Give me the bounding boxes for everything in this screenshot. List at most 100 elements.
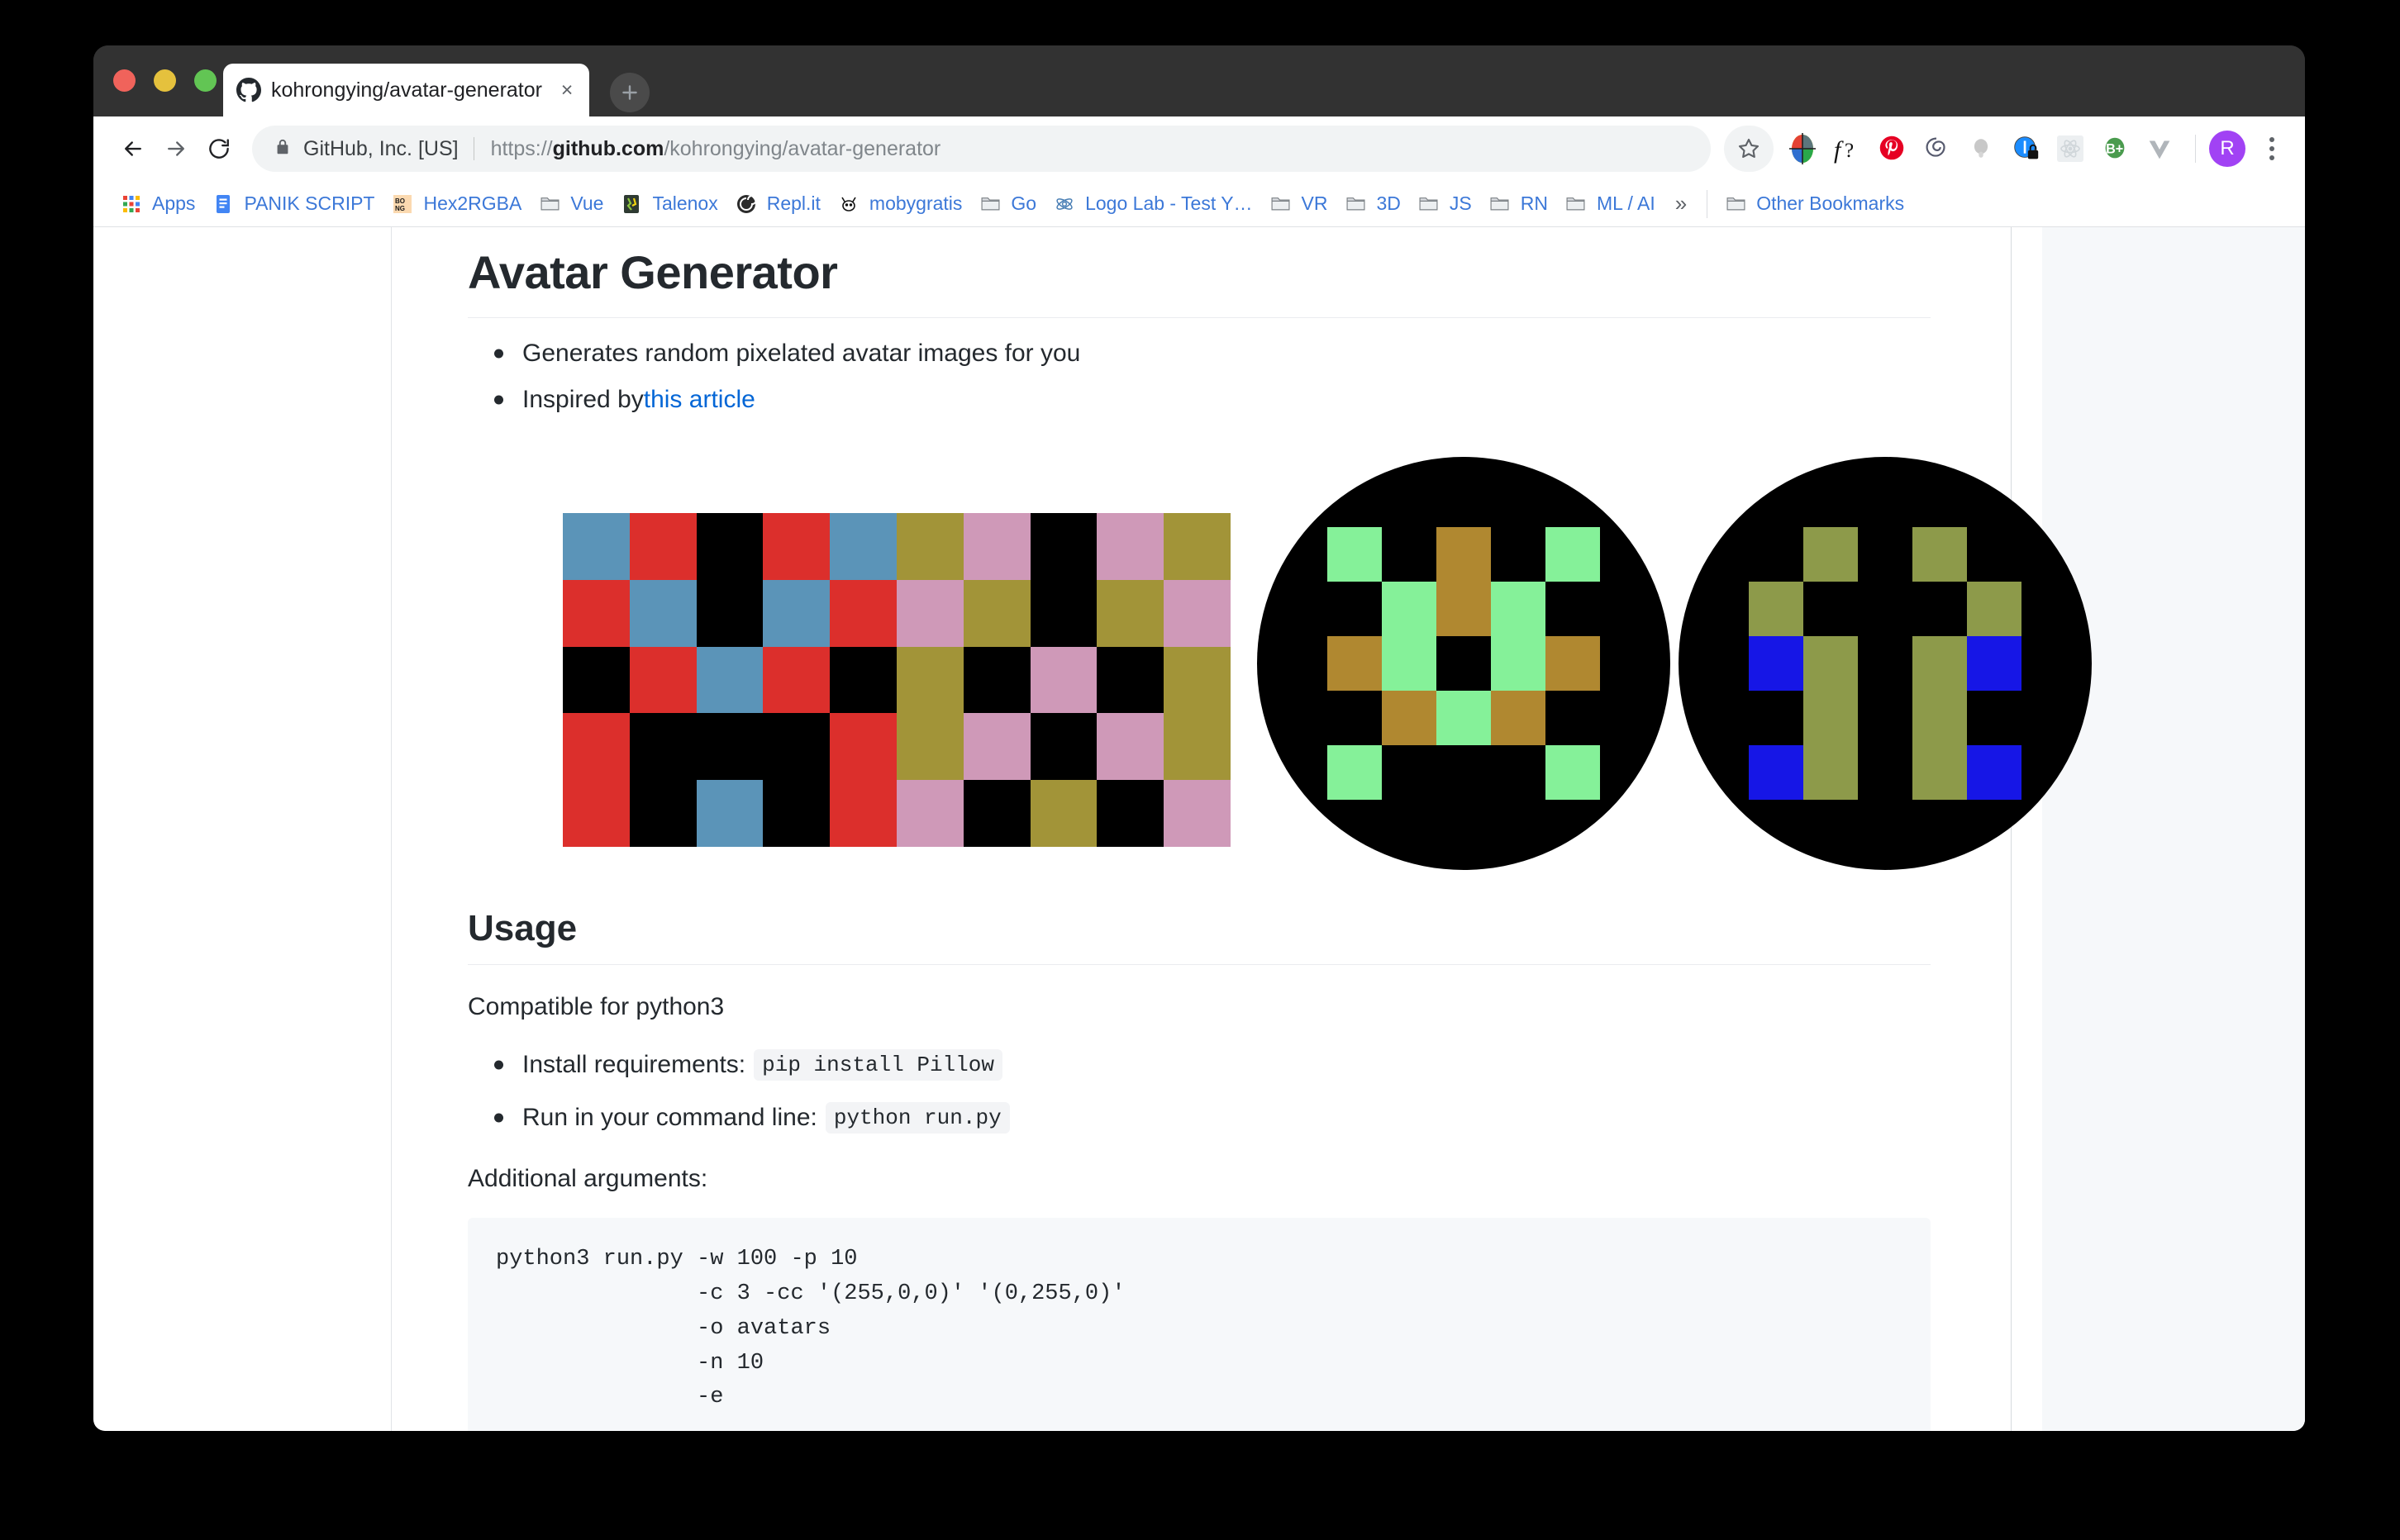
- bookmark-panik-script[interactable]: PANIK SCRIPT: [203, 186, 383, 222]
- github-icon: [236, 78, 261, 102]
- avatar-pixel: [1327, 745, 1382, 800]
- list-item: Install requirements: pip install Pillow: [468, 1049, 1931, 1081]
- chrome-menu-icon[interactable]: [2254, 129, 2290, 169]
- feature-text: Generates random pixelated avatar images…: [522, 340, 1081, 367]
- back-icon[interactable]: [112, 127, 155, 170]
- loom-extension-icon[interactable]: [1914, 126, 1959, 171]
- avatar-pixel: [1097, 713, 1164, 781]
- bookmark-talenox[interactable]: Talenox: [612, 186, 726, 222]
- bookmark-replit[interactable]: Repl.it: [726, 186, 829, 222]
- avatar-pixel: [897, 646, 964, 714]
- folder-icon: [1417, 192, 1440, 216]
- bookmark-rn[interactable]: RN: [1480, 186, 1556, 222]
- avatar-pixel: [1967, 745, 2021, 800]
- url-path: /kohrongying/avatar-generator: [664, 136, 941, 160]
- browser-window: kohrongying/avatar-generator × GitHub, I…: [93, 45, 2305, 1431]
- avatar-pixel: [1967, 636, 2021, 691]
- usage-code: python run.py: [825, 1102, 1010, 1134]
- browser-tab[interactable]: kohrongying/avatar-generator ×: [223, 64, 589, 116]
- avatar-pixel: [1436, 745, 1491, 800]
- bookmark-other-bookmarks[interactable]: Other Bookmarks: [1716, 186, 1912, 222]
- avatar-square-red-blue: [563, 513, 897, 847]
- list-item: Inspired by this article: [468, 387, 1931, 412]
- folder-icon: [1564, 192, 1588, 216]
- toolbar-divider: [2195, 135, 2196, 163]
- bookmark-3d[interactable]: 3D: [1336, 186, 1409, 222]
- profile-avatar[interactable]: R: [2209, 131, 2245, 167]
- close-icon[interactable]: ×: [556, 79, 578, 101]
- extensions-strip: f ? B+ R: [1724, 126, 2290, 172]
- vue-devtools-extension-icon[interactable]: [2137, 126, 2182, 171]
- react-devtools-extension-icon[interactable]: [2048, 126, 2093, 171]
- avatar-pixel: [897, 780, 964, 847]
- bookmark-vr[interactable]: VR: [1261, 186, 1336, 222]
- bong-icon: BO NG: [391, 192, 414, 216]
- color-wheel-extension-icon[interactable]: [1780, 126, 1825, 171]
- usage-code: pip install Pillow: [754, 1049, 1002, 1081]
- avatar-pixel: [1491, 745, 1545, 800]
- bookmark-hex2rgba[interactable]: BO NG Hex2RGBA: [383, 186, 530, 222]
- avatar-samples-row: [468, 457, 2092, 870]
- avatar-pixel: [1912, 527, 1967, 582]
- avatar-pixel: [1858, 527, 1912, 582]
- grey-pin-extension-icon[interactable]: [1959, 126, 2003, 171]
- avatar-circle-green-brown: [1257, 457, 1670, 870]
- feature-text: Inspired by: [522, 386, 644, 413]
- bitly-extension-icon[interactable]: B+: [2093, 126, 2137, 171]
- bookmark-label: PANIK SCRIPT: [244, 192, 375, 214]
- avatar-pixel: [830, 579, 897, 647]
- svg-text:f: f: [1834, 136, 1844, 164]
- reload-icon[interactable]: [198, 127, 240, 170]
- avatar-pixel: [1803, 636, 1858, 691]
- page-viewport: Avatar Generator Generates random pixela…: [93, 227, 2305, 1431]
- avatar-pixel: [1164, 513, 1231, 580]
- bookmark-go[interactable]: Go: [970, 186, 1045, 222]
- window-close-button[interactable]: [113, 69, 136, 92]
- folder-icon: [979, 192, 1002, 216]
- avatar-pixel: [1749, 582, 1803, 636]
- avatar-pixel: [1545, 745, 1600, 800]
- features-list: Generates random pixelated avatar images…: [468, 341, 1931, 412]
- onetab-lock-extension-icon[interactable]: [2003, 126, 2048, 171]
- avatar-pixel: [1030, 780, 1098, 847]
- avatar-pixel: [1967, 691, 2021, 745]
- pinterest-extension-icon[interactable]: [1869, 126, 1914, 171]
- forward-icon[interactable]: [155, 127, 198, 170]
- avatar-pixel: [763, 780, 831, 847]
- bookmark-label: VR: [1301, 192, 1328, 214]
- avatar-pixel: [696, 513, 764, 580]
- bookmark-label: Vue: [570, 192, 604, 214]
- bookmark-mobygratis[interactable]: mobygratis: [829, 186, 970, 222]
- avatar-pixel: [1030, 513, 1098, 580]
- avatar-pixel: [963, 646, 1031, 714]
- window-maximize-button[interactable]: [194, 69, 217, 92]
- bookmark-logo-lab[interactable]: Logo Lab - Test Y…: [1045, 186, 1260, 222]
- scroll-gutter[interactable]: [2042, 227, 2305, 1431]
- bookmark-label: Logo Lab - Test Y…: [1085, 192, 1253, 214]
- this-article-link[interactable]: this article: [644, 387, 755, 412]
- compatible-line: Compatible for python3: [468, 993, 725, 1020]
- usage-code-block: python3 run.py -w 100 -p 10 -c 3 -cc '(2…: [468, 1218, 1931, 1431]
- avatar-pixel: [1382, 582, 1436, 636]
- bookmark-js[interactable]: JS: [1409, 186, 1480, 222]
- bookmark-ml-ai[interactable]: ML / AI: [1556, 186, 1664, 222]
- avatar-pixel: [1164, 579, 1231, 647]
- url-domain: github.com: [552, 136, 664, 160]
- bookmark-star-icon[interactable]: [1724, 126, 1774, 172]
- new-tab-button[interactable]: [610, 73, 650, 112]
- avatar-pixel: [1097, 780, 1164, 847]
- bookmark-apps[interactable]: Apps: [112, 186, 203, 222]
- bookmark-label: JS: [1449, 192, 1472, 214]
- bookmarks-overflow-button[interactable]: »: [1664, 191, 1698, 216]
- replit-icon: [735, 192, 758, 216]
- address-bar[interactable]: GitHub, Inc. [US] https://github.com/koh…: [252, 126, 1711, 172]
- avatar-pixel: [1382, 527, 1436, 582]
- window-minimize-button[interactable]: [154, 69, 176, 92]
- bookmark-vue[interactable]: Vue: [530, 186, 612, 222]
- avatar-pixel: [830, 513, 897, 580]
- avatar-pixel: [763, 646, 831, 714]
- page-title: Avatar Generator: [468, 227, 1931, 318]
- readme-content: Avatar Generator Generates random pixela…: [468, 227, 2092, 1431]
- avatar-pixel: [1327, 691, 1382, 745]
- fonts-ninja-extension-icon[interactable]: f ?: [1825, 126, 1869, 171]
